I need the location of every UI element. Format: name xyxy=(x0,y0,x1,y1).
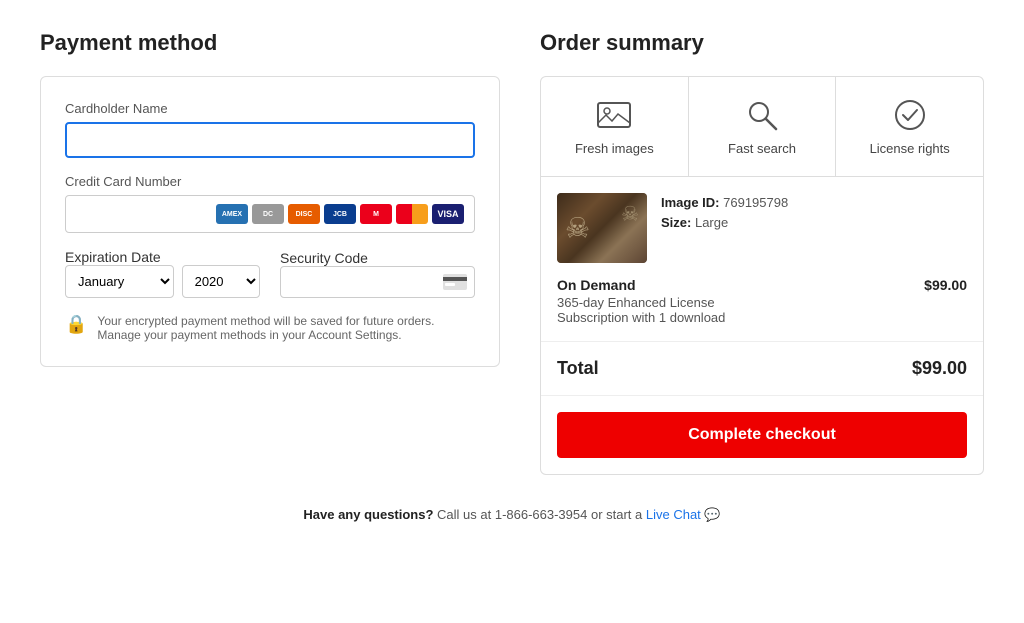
maestro-icon: M xyxy=(360,204,392,224)
payment-title: Payment method xyxy=(40,30,500,56)
mastercard-icon xyxy=(396,204,428,224)
amex-icon: AMEX xyxy=(216,204,248,224)
security-group: Security Code xyxy=(280,250,475,298)
credit-card-group: Credit Card Number AMEX DC DISC JCB M VI… xyxy=(65,174,475,233)
expiry-selects: January February March April May June Ju… xyxy=(65,265,260,298)
cardholder-label: Cardholder Name xyxy=(65,101,475,116)
fresh-images-label: Fresh images xyxy=(575,141,654,156)
page-container: Payment method Cardholder Name Credit Ca… xyxy=(0,0,1024,553)
footer-questions: Have any questions? Call us at 1-866-663… xyxy=(40,507,984,523)
search-icon xyxy=(744,97,780,133)
total-row: Total $99.00 xyxy=(541,342,983,396)
fast-search-label: Fast search xyxy=(728,141,796,156)
card-icons: AMEX DC DISC JCB M VISA xyxy=(216,204,464,224)
main-layout: Payment method Cardholder Name Credit Ca… xyxy=(40,30,984,475)
payment-box: Cardholder Name Credit Card Number AMEX … xyxy=(40,76,500,367)
order-item: Image ID: 769195798 Size: Large xyxy=(557,193,967,263)
payment-panel: Payment method Cardholder Name Credit Ca… xyxy=(40,30,500,367)
expiry-group: Expiration Date January February March A… xyxy=(65,249,260,298)
order-pricing: On Demand 365-day Enhanced License Subsc… xyxy=(557,277,967,325)
size-value: Large xyxy=(695,215,728,230)
plan-name: On Demand xyxy=(557,277,725,293)
live-chat-link[interactable]: Live Chat xyxy=(646,507,701,522)
security-input-wrap xyxy=(280,266,475,298)
jcb-icon: JCB xyxy=(324,204,356,224)
cardholder-group: Cardholder Name xyxy=(65,101,475,158)
secure-notice: 🔒 Your encrypted payment method will be … xyxy=(65,314,475,342)
plan-desc-2: Subscription with 1 download xyxy=(557,310,725,325)
feature-license-rights: License rights xyxy=(836,77,983,176)
credit-card-field: AMEX DC DISC JCB M VISA xyxy=(65,195,475,233)
features-row: Fresh images Fast search xyxy=(541,77,983,177)
credit-card-label: Credit Card Number xyxy=(65,174,475,189)
size-line: Size: Large xyxy=(661,213,967,233)
month-select[interactable]: January February March April May June Ju… xyxy=(65,265,174,298)
plan-info: On Demand 365-day Enhanced License Subsc… xyxy=(557,277,725,325)
cardholder-input[interactable] xyxy=(65,122,475,158)
order-summary-panel: Order summary Fresh images xyxy=(540,30,984,475)
order-detail: Image ID: 769195798 Size: Large On Deman… xyxy=(541,177,983,342)
visa-icon: VISA xyxy=(432,204,464,224)
order-image xyxy=(557,193,647,263)
image-id-value: 769195798 xyxy=(723,195,788,210)
year-select[interactable]: 2020 2021 2022 2023 2024 2025 xyxy=(182,265,260,298)
secure-notice-text: Your encrypted payment method will be sa… xyxy=(97,314,475,342)
footer-contact-text: Call us at 1-866-663-3954 or start a xyxy=(433,507,645,522)
cvv-card-icon xyxy=(443,274,467,290)
license-rights-label: License rights xyxy=(870,141,950,156)
security-label: Security Code xyxy=(280,250,368,266)
image-id-line: Image ID: 769195798 xyxy=(661,193,967,213)
expiry-label: Expiration Date xyxy=(65,249,161,265)
chat-bubble-icon: 💬 xyxy=(704,507,720,522)
complete-checkout-button[interactable]: Complete checkout xyxy=(557,412,967,458)
image-id-label: Image ID: xyxy=(661,195,720,210)
size-label: Size: xyxy=(661,215,691,230)
plan-desc-1: 365-day Enhanced License xyxy=(557,295,715,310)
total-amount: $99.00 xyxy=(912,358,967,379)
footer-question-text: Have any questions? xyxy=(303,507,433,522)
plan-price: $99.00 xyxy=(924,277,967,293)
skulls-image xyxy=(557,193,647,263)
diners-icon: DC xyxy=(252,204,284,224)
order-info: Image ID: 769195798 Size: Large xyxy=(661,193,967,232)
feature-fresh-images: Fresh images xyxy=(541,77,689,176)
image-icon xyxy=(596,97,632,133)
total-label: Total xyxy=(557,358,599,379)
expiry-security-row: Expiration Date January February March A… xyxy=(65,249,475,298)
lock-icon: 🔒 xyxy=(65,314,87,335)
discover-icon: DISC xyxy=(288,204,320,224)
check-circle-icon xyxy=(892,97,928,133)
feature-fast-search: Fast search xyxy=(689,77,837,176)
order-summary-box: Fresh images Fast search xyxy=(540,76,984,475)
order-summary-title: Order summary xyxy=(540,30,984,56)
